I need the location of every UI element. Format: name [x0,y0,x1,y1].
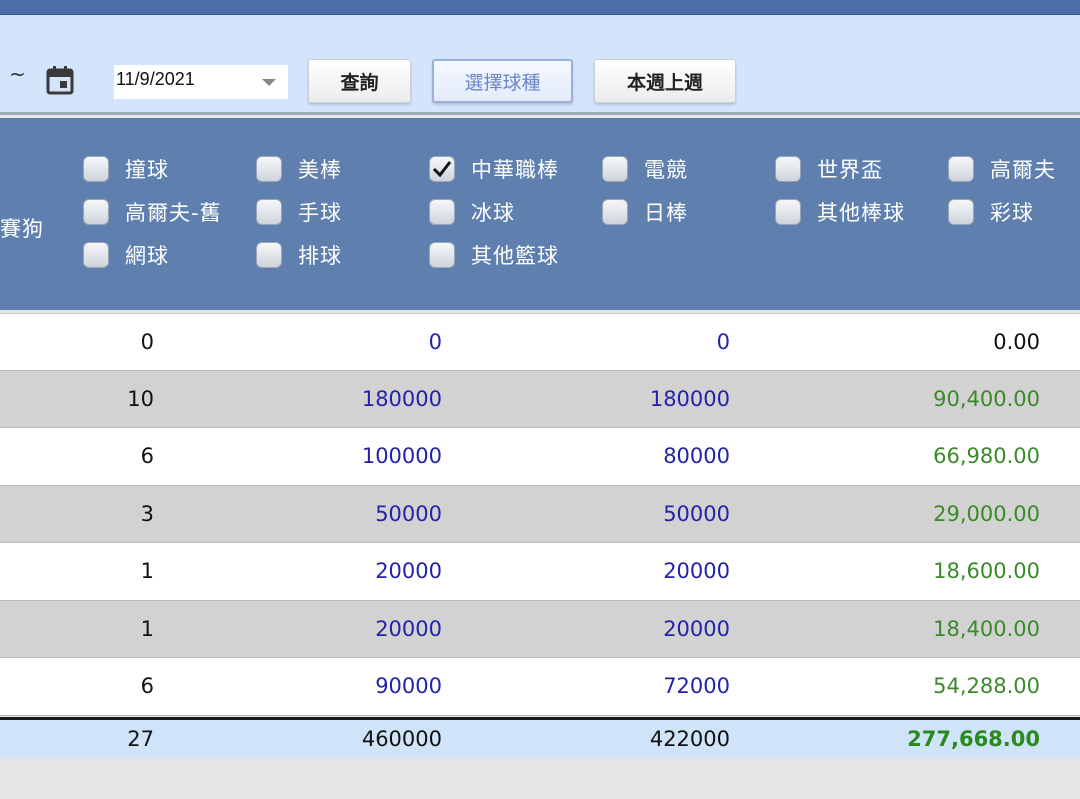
row-win-loss: 0.00 [993,329,1040,354]
sport-label: 高爾夫-舊 [125,201,222,225]
row-valid-amount: 0 [716,329,730,354]
sport-filter-panel: 撞球 美棒 中華職棒 電競 世界盃 高爾夫高爾夫-舊 手球 冰球 日棒 其他棒球 彩球網球 排球 其他籃… [0,118,1080,310]
total-valid-amount: 422000 [649,726,730,751]
sport-label: 高爾夫 [990,158,1056,182]
row-valid-amount: 80000 [663,444,730,469]
sport-checkbox-item[interactable]: 高爾夫 [948,154,1056,184]
sport-checkbox-item[interactable]: 其他棒球 [775,197,905,227]
row-amount: 90000 [375,674,442,699]
row-count: 6 [140,674,154,699]
total-win-loss: 277,668.00 [907,726,1040,751]
sport-label: 彩球 [990,201,1034,225]
checkbox[interactable] [83,242,109,268]
row-amount: 100000 [361,444,442,469]
sport-checkbox-item[interactable]: 高爾夫-舊 [83,197,222,227]
sport-label: 排球 [298,244,342,268]
row-win-loss: 18,400.00 [933,616,1040,641]
sport-checkbox-item[interactable]: 冰球 [429,197,515,227]
row-win-loss: 54,288.00 [933,674,1040,699]
sport-checkbox-item[interactable]: 電競 [602,154,688,184]
toolbar: ~ 11/9/2021 查詢 選擇球種 本週上週 [0,15,1080,115]
row-amount: 20000 [375,616,442,641]
select-sport-button[interactable]: 選擇球種 [432,59,573,103]
checkbox[interactable] [775,199,801,225]
table-row: 6 100000 80000 66,980.00 [0,428,1080,486]
total-amount: 460000 [361,726,442,751]
row-count: 6 [140,444,154,469]
sport-label: 其他棒球 [817,201,905,225]
row-amount: 0 [428,329,442,354]
checkbox[interactable] [602,199,628,225]
row-valid-amount: 50000 [663,501,730,526]
sport-label: 美棒 [298,158,342,182]
sport-label: 網球 [125,244,169,268]
this-last-week-button[interactable]: 本週上週 [594,59,736,103]
checkbox[interactable] [256,199,282,225]
row-win-loss: 18,600.00 [933,559,1040,584]
top-bar [0,0,1080,15]
sport-checkbox-item[interactable]: 彩球 [948,197,1034,227]
row-amount: 20000 [375,559,442,584]
sport-checkbox-item[interactable]: 美棒 [256,154,342,184]
sport-checkbox-item[interactable]: 網球 [83,240,169,270]
table-row: 1 20000 20000 18,400.00 [0,600,1080,658]
table-row: 3 50000 50000 29,000.00 [0,485,1080,543]
row-win-loss: 29,000.00 [933,501,1040,526]
checkbox[interactable] [256,242,282,268]
table-row: 1 20000 20000 18,600.00 [0,543,1080,601]
table-row: 10 180000 180000 90,400.00 [0,370,1080,428]
total-count: 27 [127,726,154,751]
row-count: 0 [140,329,154,354]
sport-checkbox-item[interactable]: 排球 [256,240,342,270]
checkbox[interactable] [429,242,455,268]
calendar-icon[interactable] [46,65,74,95]
query-button[interactable]: 查詢 [308,59,411,103]
checkbox[interactable] [256,156,282,182]
table-row: 0 0 0 0.00 [0,313,1080,371]
checkbox[interactable] [83,199,109,225]
row-valid-amount: 180000 [649,386,730,411]
row-valid-amount: 20000 [663,616,730,641]
row-valid-amount: 20000 [663,559,730,584]
row-win-loss: 66,980.00 [933,444,1040,469]
sport-label-partial: 賽狗 [0,217,44,241]
sport-label: 世界盃 [817,158,883,182]
sport-checkbox-item[interactable]: 手球 [256,197,342,227]
sport-label: 手球 [298,201,342,225]
report-table: 0 0 0 0.00 10 180000 180000 90,400.00 6 100000 800… [0,313,1080,716]
checkbox[interactable] [602,156,628,182]
sport-checkbox-item[interactable]: 其他籃球 [429,240,559,270]
row-win-loss: 90,400.00 [933,386,1040,411]
end-date-select[interactable]: 11/9/2021 [114,65,288,99]
row-count: 3 [140,501,154,526]
range-separator: ~ [9,62,26,86]
checkbox[interactable] [948,156,974,182]
row-amount: 50000 [375,501,442,526]
row-count: 10 [127,386,154,411]
checkmark-icon [432,161,452,178]
sport-checkbox-item[interactable]: 中華職棒 [429,154,559,184]
sport-label: 中華職棒 [471,158,559,182]
sport-label: 撞球 [125,158,169,182]
chevron-down-icon [262,79,276,86]
sport-label: 冰球 [471,201,515,225]
sport-label: 日棒 [644,201,688,225]
sport-checkbox-item[interactable]: 世界盃 [775,154,883,184]
checkbox[interactable] [83,156,109,182]
sport-checkbox-item[interactable]: 撞球 [83,154,169,184]
table-row: 6 90000 72000 54,288.00 [0,658,1080,716]
checkbox-checked[interactable] [429,156,455,182]
row-valid-amount: 72000 [663,674,730,699]
row-count: 1 [140,559,154,584]
checkbox[interactable] [775,156,801,182]
checkbox[interactable] [948,199,974,225]
sport-label: 其他籃球 [471,244,559,268]
row-count: 1 [140,616,154,641]
row-amount: 180000 [361,386,442,411]
sport-label: 電競 [644,158,688,182]
total-row: 27 460000 422000 277,668.00 [0,717,1080,757]
checkbox[interactable] [429,199,455,225]
sport-checkbox-item[interactable]: 日棒 [602,197,688,227]
end-date-value: 11/9/2021 [116,69,195,89]
